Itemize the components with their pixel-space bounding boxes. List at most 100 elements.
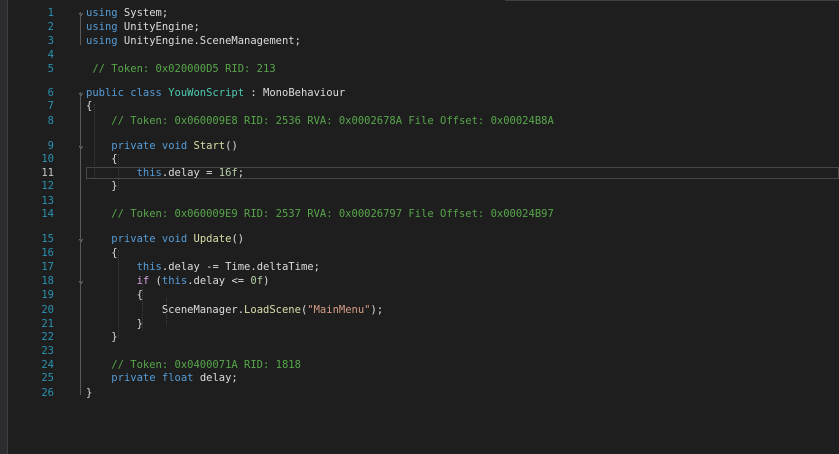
code-text: using UnityEngine.SceneManagement;: [86, 35, 301, 48]
code-token: private: [111, 372, 156, 384]
code-line[interactable]: 13: [8, 195, 839, 208]
indent-guide: [166, 298, 167, 325]
code-token: this: [136, 261, 162, 273]
code-text: if (this.delay <= 0f): [86, 275, 270, 288]
code-line[interactable]: 7{: [8, 100, 839, 113]
code-line[interactable]: 18 ⌄ if (this.delay <= 0f): [8, 275, 839, 288]
line-number: 1: [47, 7, 54, 19]
code-token: .delay <=: [187, 275, 251, 287]
code-token: Start: [193, 140, 226, 152]
line-number: 9: [47, 140, 54, 152]
line-number: 8: [47, 115, 54, 127]
fold-toggle-icon[interactable]: ⌄: [76, 140, 86, 153]
line-number: 6: [47, 87, 54, 99]
code-line[interactable]: 2 using UnityEngine;: [8, 21, 839, 34]
fold-toggle-icon[interactable]: ⌄: [76, 7, 86, 20]
code-text: using System;: [86, 7, 168, 20]
fold-toggle-icon[interactable]: ⌄: [76, 87, 86, 100]
code-line[interactable]: 12 }: [8, 180, 839, 193]
code-token: (): [225, 140, 238, 152]
code-line[interactable]: 26}: [8, 387, 839, 400]
code-line[interactable]: 25 private float delay;: [8, 372, 839, 385]
code-token: // Token: 0x060009E9 RID: 2537 RVA: 0x00…: [86, 208, 554, 220]
line-number: 17: [41, 261, 54, 273]
code-text: {: [86, 100, 92, 113]
line-number: 14: [41, 208, 54, 220]
code-line[interactable]: 11 this.delay = 16f;: [8, 167, 839, 180]
code-line[interactable]: 5 // Token: 0x020000D5 RID: 213: [8, 63, 839, 76]
fold-region-line: [80, 283, 81, 327]
line-number: 16: [41, 247, 54, 259]
code-token: private: [111, 140, 156, 152]
line-number: 21: [41, 318, 54, 330]
code-token: public: [86, 87, 124, 99]
code-token: this: [161, 275, 188, 287]
code-line[interactable]: 19 {: [8, 289, 839, 302]
code-line[interactable]: 9 ⌄ private void Start(): [8, 140, 839, 153]
code-token: this: [136, 167, 162, 179]
code-line[interactable]: 17 this.delay -= Time.deltaTime;: [8, 261, 839, 274]
code-token: void: [161, 140, 188, 152]
code-token: (: [149, 275, 162, 287]
code-line[interactable]: 6 ⌄public class YouWonScript : MonoBehavi…: [8, 87, 839, 100]
code-line[interactable]: 8 // Token: 0x060009E8 RID: 2536 RVA: 0x…: [8, 115, 839, 128]
line-number: 23: [41, 345, 54, 357]
code-line[interactable]: 15 ⌄ private void Update(): [8, 233, 839, 246]
code-line[interactable]: 24 // Token: 0x0400071A RID: 1818: [8, 359, 839, 372]
code-editor[interactable]: 1⌄using System;2using UnityEngine;3using…: [8, 5, 839, 454]
line-number: 13: [41, 195, 54, 207]
code-line[interactable]: 23: [8, 345, 839, 358]
code-line[interactable]: 4: [8, 49, 839, 62]
code-token: using: [86, 21, 118, 33]
code-token: );: [370, 304, 384, 316]
code-token: ): [263, 275, 270, 287]
code-text: }: [86, 180, 118, 193]
code-token: private: [111, 233, 156, 245]
code-text: {: [86, 153, 117, 166]
left-margin-strip: [0, 0, 8, 454]
code-token: {: [86, 289, 143, 301]
code-line[interactable]: 21 }: [8, 318, 839, 331]
code-line[interactable]: 1 ⌄using System;: [8, 7, 839, 20]
line-number: 3: [47, 35, 54, 47]
code-token: }: [86, 180, 118, 192]
code-token: UnityEngine.SceneManagement;: [117, 35, 301, 47]
line-number: 20: [41, 304, 54, 316]
code-text: private void Start(): [86, 140, 238, 153]
code-line[interactable]: 3 using UnityEngine.SceneManagement;: [8, 35, 839, 48]
indent-guide: [142, 280, 143, 330]
line-number: 5: [47, 63, 54, 75]
code-text: this.delay = 16f;: [86, 167, 245, 180]
code-token: // Token: 0x060009E8 RID: 2536 RVA: 0x00…: [86, 115, 554, 127]
code-text: private float delay;: [86, 372, 238, 385]
line-number: 18: [41, 275, 54, 287]
fold-toggle-icon[interactable]: ⌄: [76, 233, 86, 246]
code-text: private void Update(): [86, 233, 244, 246]
line-number: 11: [41, 167, 54, 179]
code-line[interactable]: 10 {: [8, 153, 839, 166]
code-text: }: [86, 318, 143, 331]
code-token: class: [130, 87, 162, 99]
code-line[interactable]: 16 {: [8, 247, 839, 260]
code-token: Update: [193, 233, 232, 245]
line-number: 15: [41, 233, 54, 245]
code-token: 16f: [218, 167, 238, 179]
code-line[interactable]: 22 }: [8, 331, 839, 344]
code-text: {: [86, 289, 143, 302]
code-token: delay;: [193, 372, 238, 384]
code-text: using UnityEngine;: [86, 21, 200, 34]
indent-guide: [118, 250, 119, 338]
line-number: 26: [41, 387, 54, 399]
code-token: {: [86, 100, 93, 112]
code-line[interactable]: 14 // Token: 0x060009E9 RID: 2537 RVA: 0…: [8, 208, 839, 221]
code-text: SceneManager.LoadScene("MainMenu");: [86, 304, 383, 317]
code-token: System;: [117, 7, 169, 19]
code-text: this.delay -= Time.deltaTime;: [86, 261, 320, 274]
line-number: 24: [41, 359, 54, 371]
code-token: float: [161, 372, 194, 384]
code-line[interactable]: 20 SceneManager.LoadScene("MainMenu");: [8, 304, 839, 317]
code-text: {: [86, 247, 117, 260]
fold-toggle-icon[interactable]: ⌄: [76, 275, 86, 288]
